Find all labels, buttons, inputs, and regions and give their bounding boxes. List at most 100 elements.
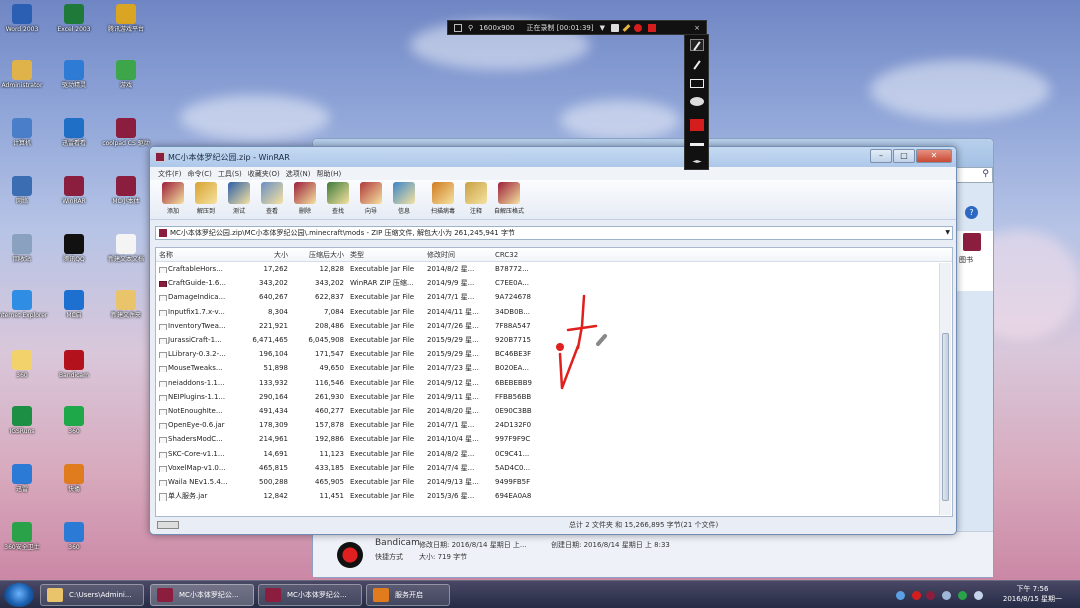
search-icon[interactable]: ⚲ (982, 169, 989, 179)
table-row[interactable]: 单人服务.jar 12,842 11,451 Executable Jar File 2… (156, 489, 952, 503)
tray-app-icon[interactable] (926, 591, 935, 600)
desktop-icon[interactable]: 360安全卫士 (0, 522, 48, 551)
menu-item[interactable]: 工具(S) (218, 169, 242, 179)
taskbar-task[interactable]: MC小本体罗纪公... (258, 584, 362, 606)
vertical-scrollbar[interactable] (939, 263, 951, 515)
taskbar-task[interactable]: C:\Users\Admini... (40, 584, 144, 606)
desktop-icon[interactable]: 快播 (48, 464, 100, 493)
help-icon[interactable]: ? (965, 206, 978, 219)
table-row[interactable]: ShadersModC... 214,961 192,886 Executable J… (156, 432, 952, 446)
pin-icon[interactable] (454, 23, 462, 32)
pen-tool-icon[interactable] (690, 39, 704, 51)
desktop-icon[interactable]: 迅雷看看 (48, 118, 100, 147)
toolbar-button[interactable]: 注释 (461, 180, 491, 219)
taskbar-task[interactable]: 服务开启 (366, 584, 450, 606)
rectangle-tool-icon[interactable] (690, 79, 704, 88)
desktop-icon[interactable]: MC小本体 (100, 176, 152, 205)
desktop-icon[interactable]: MC启 (48, 290, 100, 319)
table-row[interactable]: OpenEye-0.6.jar 178,309 157,878 Executable … (156, 418, 952, 432)
menu-item[interactable]: 命令(C) (188, 169, 212, 179)
toolbar-button[interactable]: 信息 (389, 180, 419, 219)
desktop-icon[interactable]: 游戏 (100, 60, 152, 89)
desktop-icon[interactable]: 360 (48, 522, 100, 551)
magnifier-icon[interactable]: ⚲ (468, 24, 473, 32)
close-icon[interactable]: × (694, 24, 700, 32)
tray-volume-icon[interactable] (974, 591, 983, 600)
toolbar-button[interactable]: 自解压格式 (494, 180, 524, 219)
start-button[interactable] (4, 583, 34, 607)
desktop-icon[interactable]: Administrator (0, 60, 48, 89)
column-type[interactable]: 类型 (347, 250, 424, 260)
pause-icon[interactable] (634, 23, 642, 32)
desktop-icon[interactable]: Word 2003 (0, 4, 48, 33)
table-row[interactable]: Waila NEv1.5.4... 500,288 465,905 Executabl… (156, 475, 952, 489)
table-row[interactable]: NotEnoughIte... 491,434 460,277 Executable … (156, 404, 952, 418)
camera-icon[interactable] (611, 23, 619, 32)
taskbar-clock[interactable]: 下午 7:56 2016/8/15 星期一 (1003, 584, 1062, 604)
stop-icon[interactable] (648, 23, 656, 32)
pencil-icon[interactable] (622, 23, 631, 32)
column-name[interactable]: 名称 (156, 250, 236, 260)
arrows-icon[interactable]: ◄► (690, 159, 704, 165)
desktop-icon[interactable]: 360 (48, 406, 100, 435)
scrollbar-thumb[interactable] (942, 333, 949, 501)
desktop-icon[interactable]: 回收站 (0, 234, 48, 263)
desktop-icon[interactable]: 计算机 (0, 118, 48, 147)
desktop-icon[interactable]: Excel 2003 (48, 4, 100, 33)
desktop-icon[interactable]: 腾讯游戏平台 (100, 4, 152, 33)
line-width-icon[interactable] (690, 143, 704, 146)
path-bar[interactable]: MC小本体罗纪公园.zip\MC小本体罗纪公园\.minecraft\mods … (155, 226, 953, 240)
tray-network-icon[interactable] (896, 591, 905, 600)
tray-bandicam-icon[interactable] (912, 591, 921, 600)
tray-battery-icon[interactable] (942, 591, 951, 600)
menu-item[interactable]: 收藏夹(O) (248, 169, 280, 179)
toolbar-button[interactable]: 扫描病毒 (428, 180, 458, 219)
desktop-icon[interactable]: 360 (0, 350, 48, 379)
table-row[interactable]: SKC-Core-v1.1... 14,691 11,123 Executable J… (156, 446, 952, 460)
table-row[interactable]: VoxelMap-v1.0... 465,815 433,185 Executable… (156, 461, 952, 475)
desktop-icon[interactable]: Internet Explorer (0, 290, 48, 319)
close-button[interactable]: ✕ (916, 149, 952, 163)
column-crc[interactable]: CRC32 (492, 251, 552, 259)
toolbar-button[interactable]: 解压到 (191, 180, 221, 219)
menu-item[interactable]: 文件(F) (158, 169, 182, 179)
desktop-icon[interactable]: WinRAR (48, 176, 100, 205)
column-modified[interactable]: 修改时间 (424, 250, 492, 260)
desktop-icon[interactable]: 新建文本文档 (100, 234, 152, 263)
desktop-icon[interactable]: 新建文件夹 (100, 290, 152, 319)
table-row[interactable]: CraftableHors... 17,262 12,828 Executable J… (156, 262, 952, 276)
highlighter-tool-icon[interactable] (690, 59, 704, 71)
desktop-icon[interactable]: Bandicam (48, 350, 100, 379)
column-size[interactable]: 大小 (236, 250, 291, 260)
cell-modified: 2014/9/11 星... (427, 392, 479, 401)
desktop-icon[interactable]: coolpad CS 驱动 (100, 118, 152, 147)
table-row[interactable]: CraftGuide-1.6... 343,202 343,202 WinRAR ZI… (156, 276, 952, 290)
toolbar-button[interactable]: 向导 (356, 180, 386, 219)
eraser-tool-icon[interactable] (690, 97, 704, 106)
desktop-icon[interactable]: IGSRuns (0, 406, 48, 435)
desktop-icon[interactable]: 网络 (0, 176, 48, 205)
explorer-search-box[interactable]: ⚲ (953, 167, 993, 183)
tray-security-icon[interactable] (958, 591, 967, 600)
toolbar-button[interactable]: 添加 (158, 180, 188, 219)
winrar-titlebar[interactable]: MC小本体罗纪公园.zip - WinRAR – □ ✕ (150, 147, 956, 167)
recorder-bar[interactable]: ⚲ 1600x900 正在录制 [00:01:39] ▼ × (447, 20, 707, 35)
explorer-item-preview[interactable]: 图书 (953, 231, 993, 291)
menu-item[interactable]: 选项(N) (286, 169, 311, 179)
taskbar-task[interactable]: MC小本体罗纪公... (150, 584, 254, 606)
chevron-down-icon[interactable]: ▼ (945, 227, 950, 239)
lock-icon[interactable] (157, 521, 179, 529)
desktop-icon[interactable]: 驱动精灵 (48, 60, 100, 89)
toolbar-button[interactable]: 删除 (290, 180, 320, 219)
toolbar-button[interactable]: 查找 (323, 180, 353, 219)
dropdown-icon[interactable]: ▼ (600, 24, 605, 32)
menu-item[interactable]: 帮助(H) (316, 169, 341, 179)
toolbar-button[interactable]: 查看 (257, 180, 287, 219)
desktop-icon[interactable]: 迅雷 (0, 464, 48, 493)
minimize-button[interactable]: – (870, 149, 892, 163)
desktop-icon[interactable]: 腾讯QQ (48, 234, 100, 263)
toolbar-button[interactable]: 测试 (224, 180, 254, 219)
color-picker-red[interactable] (690, 119, 704, 131)
maximize-button[interactable]: □ (893, 149, 915, 163)
column-packed[interactable]: 压缩后大小 (291, 250, 347, 260)
